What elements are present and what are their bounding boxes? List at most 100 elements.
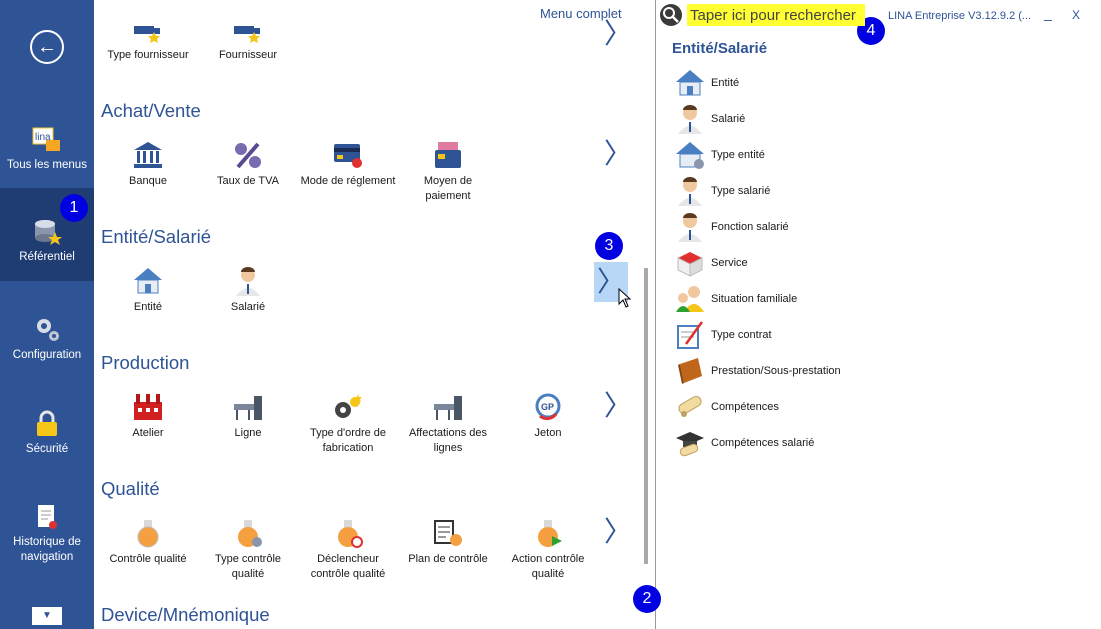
tile-salarie[interactable]: Salarié [200, 266, 296, 315]
database-star-icon [35, 220, 62, 245]
nav-label: Sécurité [25, 443, 69, 455]
chevron-right-icon[interactable]: 〉 [604, 390, 632, 422]
right-item-competences[interactable]: Compétences [672, 392, 1052, 424]
tile-atelier[interactable]: Atelier [100, 392, 196, 441]
search-input[interactable] [687, 4, 865, 26]
tile-type-controle-qualite[interactable]: Type contrôle qualité [200, 518, 296, 582]
app-window: ← lina Tous les menus Référentiel Config… [0, 0, 1101, 629]
tile-taux-de-tva[interactable]: Taux de TVA [200, 140, 296, 189]
right-item-type-contrat[interactable]: Type contrat [672, 320, 1052, 352]
nav-label: Tous les menus [7, 159, 87, 171]
right-item-label: Entité [711, 77, 740, 89]
house-icon [676, 70, 704, 96]
flask-icon [137, 520, 159, 548]
tile-label: Action contrôle qualité [511, 553, 585, 580]
nav-item-historique[interactable]: Historique de navigation [0, 503, 94, 565]
tile-ligne[interactable]: Ligne [200, 392, 296, 441]
credit-card-icon [334, 144, 362, 168]
person-icon [236, 267, 260, 296]
wallet-card-icon [435, 142, 461, 168]
search-button[interactable] [660, 4, 682, 26]
right-item-label: Type salarié [711, 185, 771, 197]
section-title-production: Production [101, 352, 190, 373]
app-title: LINA Entreprise V3.12.9.2 (... [888, 10, 1032, 22]
chevron-right-icon[interactable]: 〉 [604, 18, 632, 50]
panel-divider [655, 0, 656, 629]
right-item-entite[interactable]: Entité [672, 68, 1052, 100]
tile-controle-qualite[interactable]: Contrôle qualité [100, 518, 196, 567]
tile-mode-de-reglement[interactable]: Mode de réglement [300, 140, 396, 189]
back-button[interactable]: ← [30, 30, 64, 64]
truck-star-icon [134, 26, 160, 43]
person-icon [678, 105, 702, 134]
right-item-prestation[interactable]: Prestation/Sous-prestation [672, 356, 1052, 388]
nav-label: Référentiel [19, 251, 75, 263]
right-item-fonction-salarie[interactable]: Fonction salarié [672, 212, 1052, 244]
right-item-type-salarie[interactable]: Type salarié [672, 176, 1052, 208]
section-title-achat-vente: Achat/Vente [101, 100, 201, 121]
contract-icon [677, 321, 704, 349]
right-item-type-entite[interactable]: Type entité [672, 140, 1052, 172]
tile-fournisseur[interactable]: Fournisseur [200, 20, 296, 63]
tile-type-fournisseur[interactable]: Type fournisseur [100, 20, 196, 63]
tile-jeton[interactable]: GP Jeton [500, 392, 596, 441]
right-item-label: Type entité [711, 149, 765, 161]
gears-star-icon [335, 394, 362, 418]
right-item-competences-salarie[interactable]: Compétences salarié [672, 428, 1052, 460]
tile-declencheur-controle-qualite[interactable]: Déclencheur contrôle qualité [300, 518, 396, 582]
right-item-situation-familiale[interactable]: Situation familiale [672, 284, 1052, 316]
tile-label: Fournisseur [218, 49, 278, 61]
nav-item-securite[interactable]: Sécurité [0, 410, 94, 457]
annotation-badge-2: 2 [633, 585, 661, 613]
right-item-label: Type contrat [711, 329, 772, 341]
chevron-right-icon[interactable]: 〉 [604, 516, 632, 548]
tile-moyen-de-paiement[interactable]: Moyen de paiement [400, 140, 496, 204]
tile-entite[interactable]: Entité [100, 266, 196, 315]
tile-affectations-des-lignes[interactable]: Affectations des lignes [400, 392, 496, 456]
tile-label: Mode de réglement [300, 175, 396, 187]
nav-item-tous-les-menus[interactable]: lina Tous les menus [0, 126, 94, 173]
document-history-icon [38, 505, 57, 529]
nav-scroll-down-button[interactable]: ▼ [32, 607, 62, 625]
back-arrow-icon: ← [37, 36, 57, 58]
tile-label: Type d'ordre de fabrication [309, 427, 387, 454]
diploma-icon [678, 396, 702, 417]
graduation-icon [676, 432, 704, 457]
right-item-label: Situation familiale [711, 293, 798, 305]
bank-icon [134, 142, 162, 168]
tile-plan-de-controle[interactable]: Plan de contrôle [400, 518, 496, 567]
tile-label: Moyen de paiement [423, 175, 473, 202]
right-item-service[interactable]: Service [672, 248, 1052, 280]
tile-banque[interactable]: Banque [100, 140, 196, 189]
tile-type-ordre-fabrication[interactable]: Type d'ordre de fabrication [300, 392, 396, 456]
minimize-button[interactable]: _ [1044, 5, 1052, 21]
tile-label: Atelier [132, 427, 164, 439]
vertical-scrollbar[interactable] [644, 268, 648, 564]
chevron-right-icon[interactable]: 〉 [604, 138, 632, 170]
gift-box-icon [677, 252, 703, 277]
house-icon [134, 268, 162, 294]
book-icon [678, 358, 702, 384]
right-item-label: Compétences salarié [711, 437, 815, 449]
lina-logo-icon: lina [32, 127, 60, 151]
factory-icon [134, 394, 162, 420]
flask-clock-icon [338, 520, 363, 548]
tile-action-controle-qualite[interactable]: Action contrôle qualité [500, 518, 596, 582]
tile-label: Salarié [230, 301, 266, 313]
tile-label: Taux de TVA [217, 175, 279, 187]
right-item-label: Compétences [711, 401, 779, 413]
padlock-icon [37, 410, 57, 436]
family-icon [676, 286, 704, 312]
close-button[interactable]: X [1072, 8, 1080, 22]
tile-label: Type fournisseur [107, 49, 189, 61]
right-item-salarie[interactable]: Salarié [672, 104, 1052, 136]
nav-label: Historique de navigation [13, 536, 81, 563]
flask-arrow-icon [538, 520, 562, 547]
gears-icon [37, 319, 59, 341]
right-panel-title: Entité/Salarié [672, 40, 768, 57]
token-icon: GP [535, 393, 561, 421]
annotation-badge-3: 3 [595, 232, 623, 260]
tile-label: Affectations des lignes [408, 427, 488, 454]
truck-star-icon [234, 26, 260, 43]
nav-item-configuration[interactable]: Configuration [0, 316, 94, 363]
